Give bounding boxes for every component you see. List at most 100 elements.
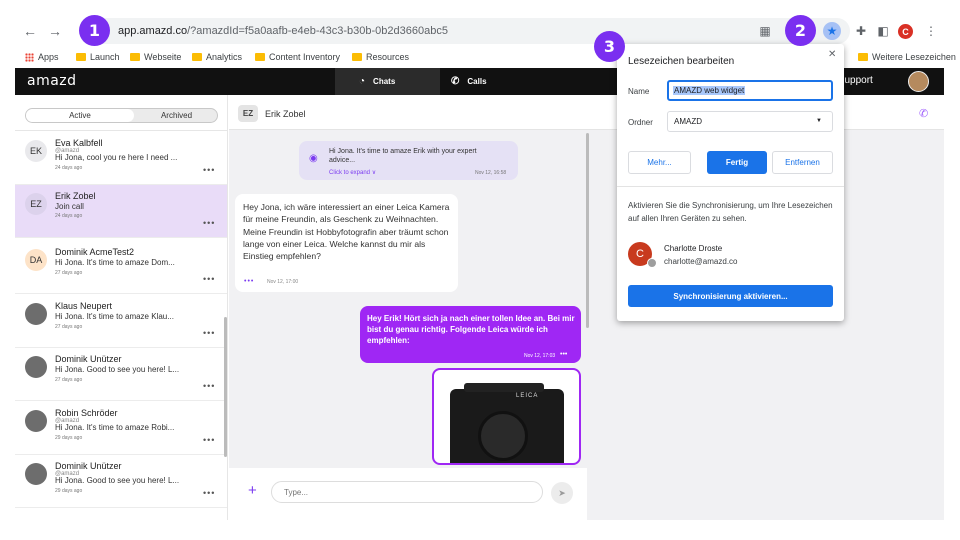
list-item[interactable]: EK Eva Kalbfell @amazd Hi Jona, cool you re… [15, 132, 227, 185]
amazd-badge-icon: ◉ [309, 153, 318, 164]
more-options-icon[interactable]: ••• [203, 488, 215, 498]
extensions-icon[interactable]: ✚ [852, 22, 870, 40]
close-icon[interactable]: ✕ [828, 49, 836, 60]
incoming-message: Hey Jona, ich wäre interessiert an einer… [235, 194, 458, 292]
message-preview: Hi Jona. It's time to amaze Robi... [55, 423, 175, 432]
message-preview: Hi Jona, cool you re here I need ... [55, 153, 178, 162]
folder-icon [76, 53, 86, 61]
add-attachment-icon[interactable]: + [248, 482, 257, 499]
more-options-icon[interactable]: ••• [203, 328, 215, 338]
outgoing-message-text: Hey Erik! Hört sich ja nach einer tollen… [367, 314, 575, 345]
incoming-message-menu-icon[interactable]: ••• [244, 278, 254, 285]
incoming-message-time: Nov 12, 17:00 [267, 279, 299, 285]
message-input[interactable] [272, 482, 542, 502]
bookmark-folder-select[interactable]: AMAZD ▼ [667, 111, 833, 132]
bookmark-label: Apps [38, 52, 59, 62]
message-preview: Hi Jona. It's time to amaze Dom... [55, 258, 175, 267]
send-icon[interactable]: ➤ [551, 482, 573, 504]
tab-chats-label: Chats [373, 77, 396, 86]
call-phone-icon[interactable]: ✆ [919, 107, 928, 120]
sidepanel-icon[interactable]: ◧ [874, 22, 892, 40]
done-button[interactable]: Fertig [707, 151, 767, 174]
more-button[interactable]: Mehr... [628, 151, 691, 174]
browser-toolbar: ← → app.amazd.co/?amazdId=f5a0aafb-e4eb-… [0, 14, 960, 48]
bookmark-label: Launch [90, 52, 120, 62]
bookmark-label: Weitere Lesezeichen [872, 52, 956, 62]
bookmark-apps[interactable]: Apps [25, 52, 59, 62]
filter-archived[interactable]: Archived [134, 109, 219, 122]
bookmark-name-value: AMAZD web widget [673, 86, 746, 95]
more-options-icon[interactable]: ••• [203, 274, 215, 284]
tab-calls[interactable]: ✆ Calls [451, 76, 487, 87]
contact-avatar [25, 303, 47, 325]
contact-name: Eva Kalbfell [55, 138, 103, 148]
contact-name: Dominik Unützer [55, 354, 122, 364]
conversation-sidebar: Active Archived EK Eva Kalbfell @amazd Hi J… [15, 95, 228, 520]
translate-icon[interactable]: ▦ [756, 22, 774, 40]
list-item[interactable]: Dominik Unützer Hi Jona. Good to see you … [15, 348, 227, 401]
back-icon[interactable]: ← [23, 24, 37, 38]
chat-scrollbar[interactable] [586, 133, 589, 328]
conversation-filter-toggle: Active Archived [25, 108, 218, 123]
camera-lens [478, 411, 528, 461]
bookmark-launch[interactable]: Launch [76, 52, 120, 62]
outgoing-message: Hey Erik! Hört sich ja nach einer tollen… [360, 306, 581, 363]
bookmark-other[interactable]: Weitere Lesezeichen [858, 52, 956, 62]
outgoing-message-menu-icon[interactable]: ••• [560, 351, 567, 358]
forward-icon[interactable]: → [48, 24, 62, 38]
url-host: app.amazd.co [118, 25, 188, 37]
apps-grid-icon [25, 52, 34, 62]
folder-label: Ordner [628, 118, 653, 127]
bookmark-analytics[interactable]: Analytics [192, 52, 242, 62]
bookmark-name-input[interactable]: AMAZD web widget [667, 80, 833, 101]
folder-icon [192, 53, 202, 61]
bookmark-resources[interactable]: Resources [352, 52, 409, 62]
list-item[interactable]: Robin Schröder @amazd Hi Jona. It's time t… [15, 402, 227, 455]
system-message-time: Nov 12, 16:58 [475, 170, 507, 176]
bookmark-star-icon[interactable]: ★ [823, 22, 841, 40]
chevron-down-icon: ▼ [816, 118, 822, 124]
url-text[interactable]: app.amazd.co/?amazdId=f5a0aafb-e4eb-43c3… [118, 25, 448, 37]
tab-chats[interactable]: ◔ Chats [335, 68, 440, 95]
contact-avatar: DA [25, 249, 47, 271]
list-item[interactable]: EZ Erik Zobel Join call 24 days ago ••• [15, 185, 227, 238]
list-item[interactable]: Klaus Neupert Hi Jona. It's time to amaze… [15, 295, 227, 348]
name-label: Name [628, 87, 650, 96]
list-item[interactable]: DA Dominik AcmeTest2 Hi Jona. It's time to… [15, 241, 227, 294]
account-name: Charlotte Droste [664, 244, 723, 253]
system-message[interactable]: ◉ Hi Jona. It's time to amaze Erik with … [299, 141, 518, 180]
contact-avatar: EK [25, 140, 47, 162]
bookmark-webseite[interactable]: Webseite [130, 52, 181, 62]
contact-avatar: EZ [25, 193, 47, 215]
bookmark-folder-value: AMAZD [674, 117, 702, 126]
chat-header-avatar: EZ [238, 105, 258, 122]
system-expand-link[interactable]: Click to expand ∨ [329, 169, 376, 176]
message-time: 24 days ago [55, 213, 83, 219]
url-path: /?amazdId=f5a0aafb-e4eb-43c3-b30b-0b2d36… [187, 25, 448, 37]
more-options-icon[interactable]: ••• [203, 218, 215, 228]
list-item[interactable]: Dominik Unützer @amazd Hi Jona. Good to se… [15, 455, 227, 508]
account-email: charlotte@amazd.co [664, 257, 738, 266]
folder-icon [255, 53, 265, 61]
outgoing-message-time: Nov 12, 17:03 [524, 353, 556, 359]
sidebar-scrollbar[interactable] [224, 317, 227, 457]
more-options-icon[interactable]: ••• [203, 165, 215, 175]
more-options-icon[interactable]: ••• [203, 381, 215, 391]
message-preview: Hi Jona. It's time to amaze Klau... [55, 312, 174, 321]
profile-avatar[interactable]: C [898, 24, 913, 39]
more-options-icon[interactable]: ••• [203, 435, 215, 445]
filter-active[interactable]: Active [26, 109, 134, 122]
bookmark-content-inventory[interactable]: Content Inventory [255, 52, 340, 62]
contact-name: Klaus Neupert [55, 301, 113, 311]
support-avatar[interactable] [908, 71, 929, 92]
remove-button[interactable]: Entfernen [772, 151, 833, 174]
page-footer-strip [15, 520, 944, 540]
enable-sync-button[interactable]: Synchronisierung aktivieren... [628, 285, 833, 307]
product-image-message[interactable]: LEICA [432, 368, 581, 465]
callout-1: 1 [79, 15, 110, 46]
menu-kebab-icon[interactable]: ⋮ [922, 22, 940, 40]
camera-brand-label: LEICA [516, 393, 539, 399]
bookmark-label: Analytics [206, 52, 243, 62]
contact-name: Dominik Unützer [55, 461, 122, 471]
bookmark-label: Content Inventory [269, 52, 341, 62]
